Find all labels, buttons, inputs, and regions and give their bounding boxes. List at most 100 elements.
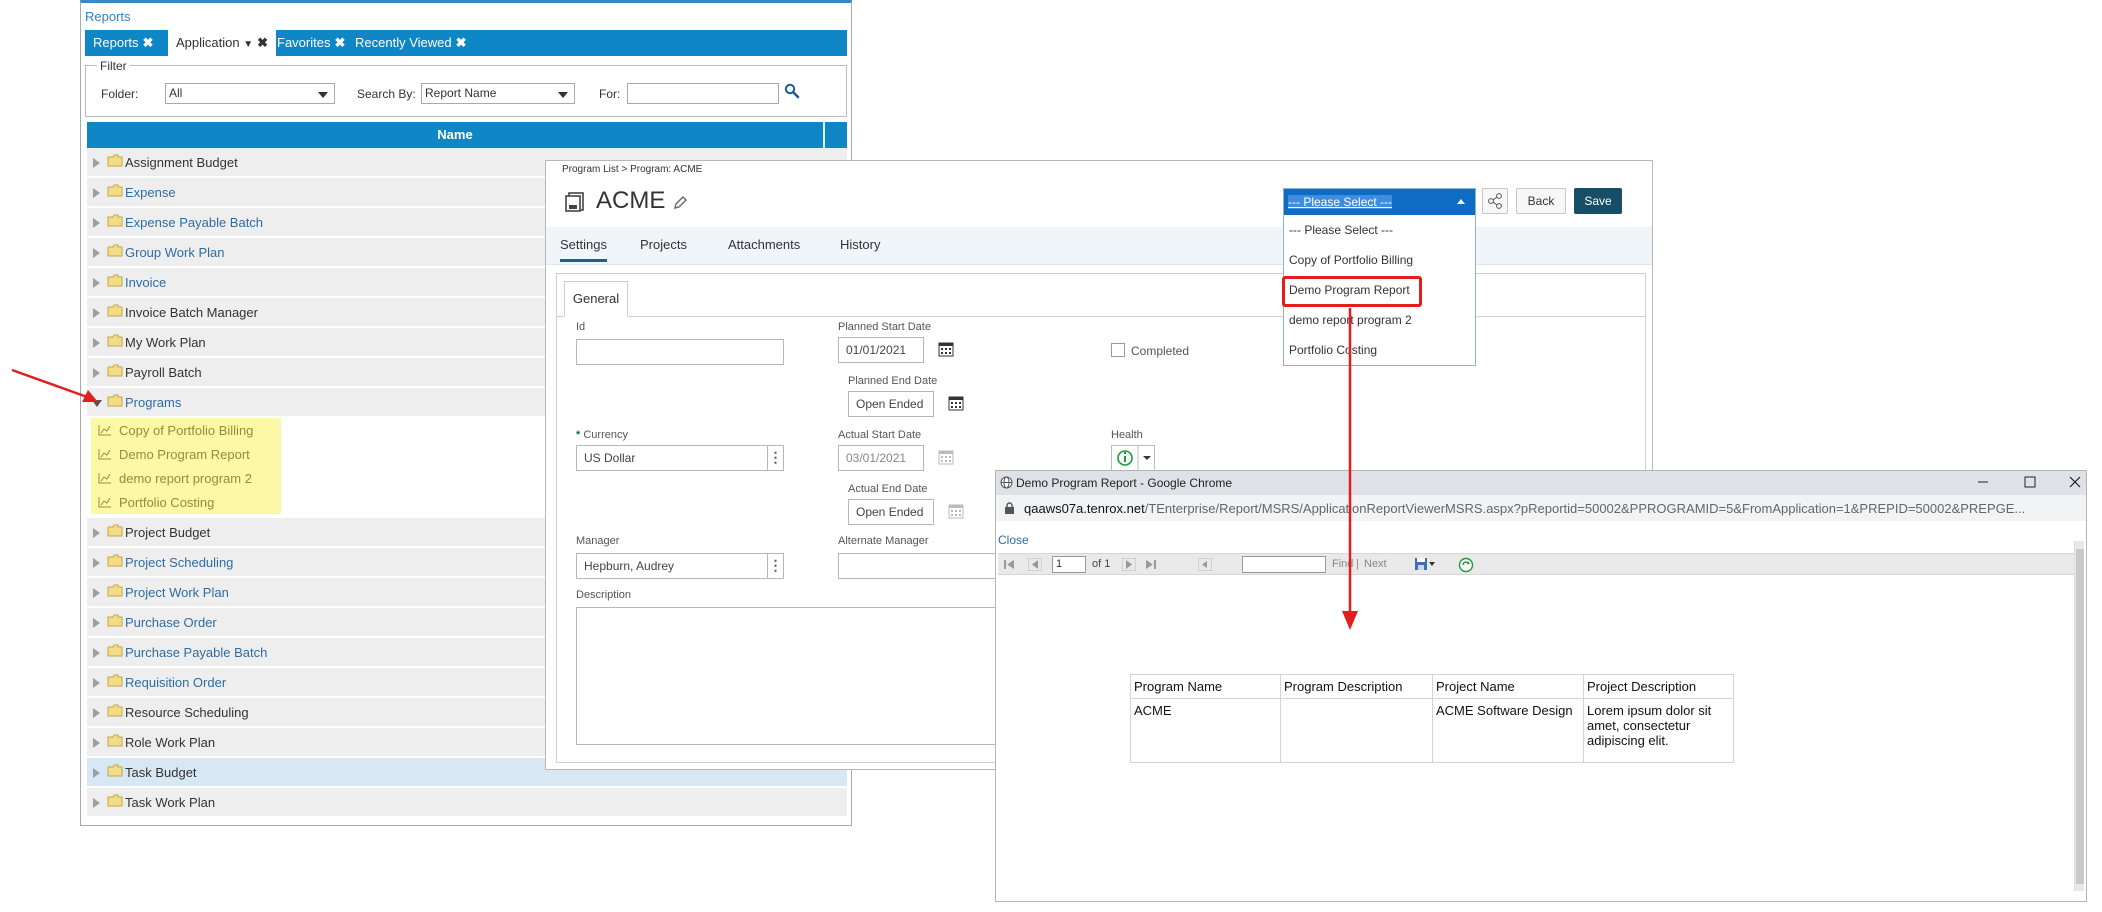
dropdown-option[interactable]: --- Please Select --- (1289, 223, 1393, 237)
minimize-icon[interactable] (1976, 475, 1990, 489)
caret-up-icon (1457, 199, 1465, 204)
folder-icon (107, 794, 123, 807)
tab-reports[interactable]: Reports ✖ (85, 30, 161, 56)
expand-icon[interactable] (93, 308, 100, 318)
tab-settings[interactable]: Settings (560, 237, 607, 262)
line-chart-icon (98, 448, 112, 460)
completed-checkbox[interactable] (1111, 343, 1125, 357)
page-title: ACME (596, 187, 666, 214)
scrollbar-thumb[interactable] (2076, 549, 2084, 884)
manager-field[interactable]: Hepburn, Audrey ⋮ (576, 553, 784, 579)
close-icon[interactable]: ✖ (257, 35, 268, 50)
health-select[interactable] (1111, 445, 1155, 471)
currency-label: * Currency (576, 429, 628, 441)
planned-start-input[interactable]: 01/01/2021 (838, 337, 924, 363)
expand-icon[interactable] (93, 708, 100, 718)
folder-icon (107, 214, 123, 227)
report-table: Program Name Program Description Project… (1130, 674, 1734, 763)
more-options-icon[interactable]: ⋮ (767, 446, 783, 470)
id-input[interactable] (576, 339, 784, 365)
program-report-item[interactable]: Demo Program Report (91, 442, 281, 466)
expand-icon[interactable] (93, 618, 100, 628)
save-doc-icon[interactable] (564, 191, 586, 213)
tab-history[interactable]: History (840, 237, 880, 252)
previous-page-icon[interactable] (1028, 558, 1042, 571)
expand-icon[interactable] (93, 338, 100, 348)
expand-icon[interactable] (93, 218, 100, 228)
folder-icon (107, 614, 123, 627)
folder-icon (107, 524, 123, 537)
first-page-icon[interactable] (1002, 558, 1016, 571)
description-textarea[interactable] (576, 607, 996, 745)
more-options-icon[interactable]: ⋮ (767, 554, 783, 578)
for-input[interactable] (627, 83, 779, 104)
annotation-arrow (10, 368, 100, 408)
next-page-icon[interactable] (1122, 558, 1136, 571)
find-input[interactable] (1242, 556, 1326, 573)
breadcrumb[interactable]: Program List > Program: ACME (562, 164, 702, 175)
expand-icon[interactable] (93, 738, 100, 748)
search-by-select[interactable]: Report Name (421, 83, 575, 104)
program-report-item[interactable]: Copy of Portfolio Billing (91, 418, 281, 442)
share-icon[interactable] (1482, 188, 1508, 214)
tab-favorites[interactable]: Favorites ✖ (269, 30, 353, 56)
expand-icon[interactable] (93, 528, 100, 538)
program-report-item[interactable]: demo report program 2 (91, 466, 281, 490)
vertical-scrollbar[interactable] (2074, 541, 2084, 891)
expand-icon[interactable] (93, 188, 100, 198)
close-link[interactable]: Close (998, 533, 1029, 547)
folder-select[interactable]: All (165, 83, 335, 104)
expand-icon[interactable] (93, 558, 100, 568)
calendar-icon[interactable] (948, 395, 964, 411)
close-icon[interactable] (2068, 475, 2082, 489)
export-save-icon[interactable] (1414, 557, 1436, 571)
url-text[interactable]: qaaws07a.tenrox.net/TEnterprise/Report/M… (1024, 501, 2074, 516)
actual-start-input[interactable]: 03/01/2021 (838, 445, 924, 471)
caret-down-icon[interactable]: ▼ (243, 39, 253, 50)
close-icon[interactable]: ✖ (143, 35, 154, 50)
close-icon[interactable]: ✖ (334, 35, 345, 50)
expand-icon[interactable] (93, 648, 100, 658)
completed-label: Completed (1131, 344, 1190, 358)
expand-icon[interactable] (93, 158, 100, 168)
tab-application[interactable]: Application ▼ ✖ (168, 30, 277, 56)
last-page-icon[interactable] (1144, 558, 1158, 571)
close-icon[interactable]: ✖ (456, 35, 467, 50)
dropdown-option[interactable]: Portfolio Costing (1289, 343, 1377, 357)
search-icon[interactable] (784, 83, 800, 99)
tab-general[interactable]: General (564, 281, 628, 317)
alternate-manager-input[interactable] (838, 553, 998, 579)
page-number-input[interactable]: 1 (1052, 556, 1086, 573)
back-to-parent-icon[interactable] (1198, 558, 1212, 571)
edit-pencil-icon[interactable] (672, 195, 688, 211)
tab-attachments[interactable]: Attachments (728, 237, 800, 252)
column-header: Project Name (1432, 674, 1584, 699)
back-button[interactable]: Back (1516, 188, 1566, 214)
planned-end-input[interactable]: Open Ended (848, 391, 934, 417)
program-report-item[interactable]: Portfolio Costing (91, 490, 281, 514)
maximize-icon[interactable] (2023, 475, 2037, 489)
refresh-icon[interactable] (1458, 557, 1474, 573)
next-link[interactable]: Next (1364, 558, 1387, 570)
general-tab-line (556, 316, 1646, 317)
expand-icon[interactable] (93, 278, 100, 288)
report-folder-task-work-plan[interactable]: Task Work Plan (87, 788, 847, 817)
tab-recently-viewed[interactable]: Recently Viewed ✖ (347, 30, 475, 56)
expand-icon[interactable] (93, 798, 100, 808)
expand-icon[interactable] (93, 678, 100, 688)
expand-icon[interactable] (93, 588, 100, 598)
tab-projects[interactable]: Projects (640, 237, 687, 252)
currency-field[interactable]: US Dollar ⋮ (576, 445, 784, 471)
save-button[interactable]: Save (1574, 188, 1622, 214)
report-dropdown-selected[interactable]: --- Please Select --- (1284, 189, 1475, 215)
address-bar[interactable]: qaaws07a.tenrox.net/TEnterprise/Report/M… (996, 495, 2086, 521)
actual-end-input[interactable]: Open Ended (848, 499, 934, 525)
calendar-icon[interactable] (938, 341, 954, 357)
expand-icon[interactable] (93, 248, 100, 258)
folder-icon (107, 274, 123, 287)
name-column-header[interactable]: Name (87, 122, 847, 148)
expand-icon[interactable] (93, 768, 100, 778)
dropdown-option[interactable]: Copy of Portfolio Billing (1289, 253, 1413, 267)
actual-start-label: Actual Start Date (838, 429, 922, 441)
folder-icon (107, 184, 123, 197)
